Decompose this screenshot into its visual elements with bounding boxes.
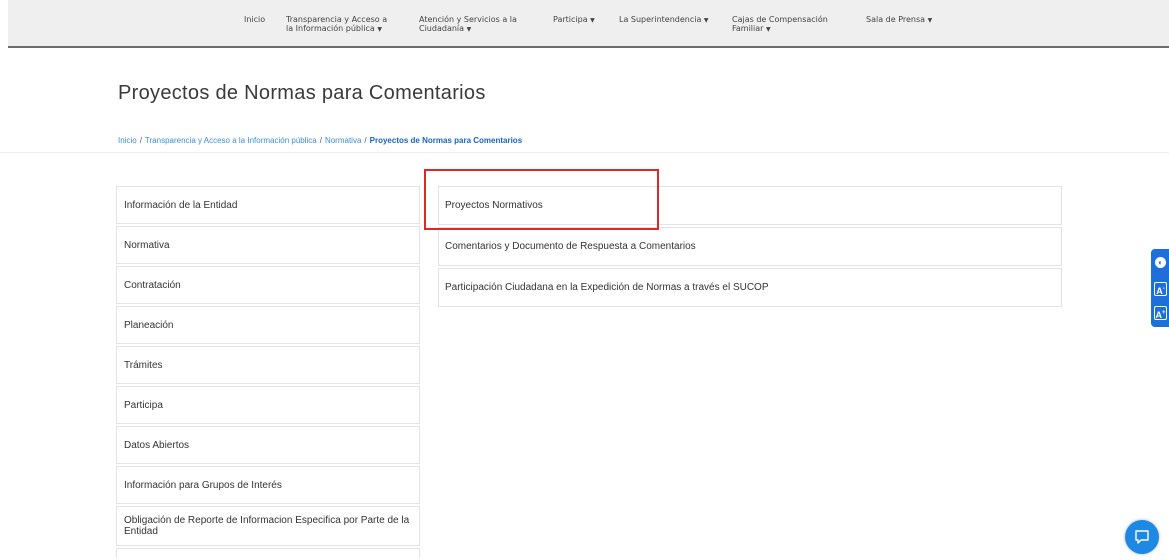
decrease-font-mark: -: [1162, 286, 1165, 292]
contrast-icon[interactable]: ◐: [1155, 257, 1166, 268]
section-divider: [0, 152, 1169, 153]
nav-sala-prensa[interactable]: Sala de Prensa ▼: [866, 15, 932, 25]
nav-inicio-label: Inicio: [244, 15, 266, 24]
breadcrumb-separator: /: [319, 136, 322, 145]
left-menu-item-normativa[interactable]: Normativa: [116, 226, 420, 264]
breadcrumb: Inicio / Transparencia y Acceso a la Infor…: [118, 136, 522, 145]
left-menu-item-informacion-entidad[interactable]: Información de la Entidad: [116, 186, 420, 224]
breadcrumb-normativa[interactable]: Normativa: [325, 136, 361, 145]
top-navigation: Inicio Transparencia y Acceso a la Infor…: [8, 0, 1169, 48]
nav-transparencia-label-1: Transparencia y Acceso a: [286, 15, 388, 24]
left-menu-item-planeacion[interactable]: Planeación: [116, 306, 420, 344]
breadcrumb-separator: /: [364, 136, 367, 145]
left-menu-item-grupos-interes[interactable]: Información para Grupos de Interés: [116, 466, 420, 504]
nav-participa-label: Participa: [553, 15, 588, 24]
nav-transparencia-label-2: la Información pública: [286, 24, 375, 33]
caret-down-icon: ▼: [466, 26, 472, 33]
decrease-font-button[interactable]: A-: [1154, 282, 1167, 296]
caret-down-icon: ▼: [703, 17, 709, 24]
nav-cajas-label-1: Cajas de Compensación: [732, 15, 828, 24]
increase-font-button[interactable]: A+: [1154, 306, 1167, 320]
caret-down-icon: ▼: [927, 17, 933, 24]
caret-down-icon: ▼: [377, 26, 382, 33]
chat-icon: [1135, 530, 1149, 544]
nav-inicio[interactable]: Inicio: [244, 15, 265, 24]
breadcrumb-inicio[interactable]: Inicio: [118, 136, 137, 145]
nav-participa[interactable]: Participa ▼: [553, 15, 595, 25]
caret-down-icon: ▼: [590, 17, 595, 24]
sub-page-participacion-sucop[interactable]: Participación Ciudadana en la Expedición…: [438, 268, 1062, 307]
nav-cajas[interactable]: Cajas de Compensación Familiar ▼: [732, 15, 828, 34]
sub-page-list: Proyectos Normativos Comentarios y Docum…: [438, 186, 1062, 309]
left-menu-item-obligacion-reporte[interactable]: Obligación de Reporte de Informacion Esp…: [116, 506, 420, 546]
nav-superintendencia[interactable]: La Superintendencia ▼: [619, 15, 709, 25]
left-menu-item-contratacion[interactable]: Contratación: [116, 266, 420, 304]
caret-down-icon: ▼: [765, 26, 771, 33]
left-menu-item-partial[interactable]: [116, 548, 420, 558]
breadcrumb-transparencia[interactable]: Transparencia y Acceso a la Información …: [145, 136, 317, 145]
page-title: Proyectos de Normas para Comentarios: [118, 82, 486, 104]
left-menu: Información de la Entidad Normativa Cont…: [116, 186, 420, 560]
nav-atencion[interactable]: Atención y Servicios a la Ciudadanía ▼: [419, 15, 517, 34]
chat-button[interactable]: [1125, 520, 1159, 554]
increase-font-mark: +: [1161, 310, 1166, 316]
sub-page-comentarios-respuesta[interactable]: Comentarios y Documento de Respuesta a C…: [438, 227, 1062, 266]
left-menu-item-tramites[interactable]: Trámites: [116, 346, 420, 384]
sub-page-proyectos-normativos[interactable]: Proyectos Normativos: [438, 186, 1062, 225]
accessibility-toolbar: ◐ A- A+: [1151, 249, 1169, 327]
left-menu-item-datos-abiertos[interactable]: Datos Abiertos: [116, 426, 420, 464]
left-menu-item-participa[interactable]: Participa: [116, 386, 420, 424]
breadcrumb-separator: /: [139, 136, 142, 145]
nav-sala-prensa-label: Sala de Prensa: [866, 15, 926, 24]
nav-atencion-label-1: Atención y Servicios a la: [419, 15, 517, 24]
breadcrumb-current: Proyectos de Normas para Comentarios: [369, 136, 523, 145]
nav-atencion-label-2: Ciudadanía: [419, 24, 465, 33]
nav-cajas-label-2: Familiar: [732, 24, 764, 33]
nav-transparencia[interactable]: Transparencia y Acceso a la Información …: [286, 15, 387, 34]
nav-superintendencia-label: La Superintendencia: [619, 15, 702, 24]
